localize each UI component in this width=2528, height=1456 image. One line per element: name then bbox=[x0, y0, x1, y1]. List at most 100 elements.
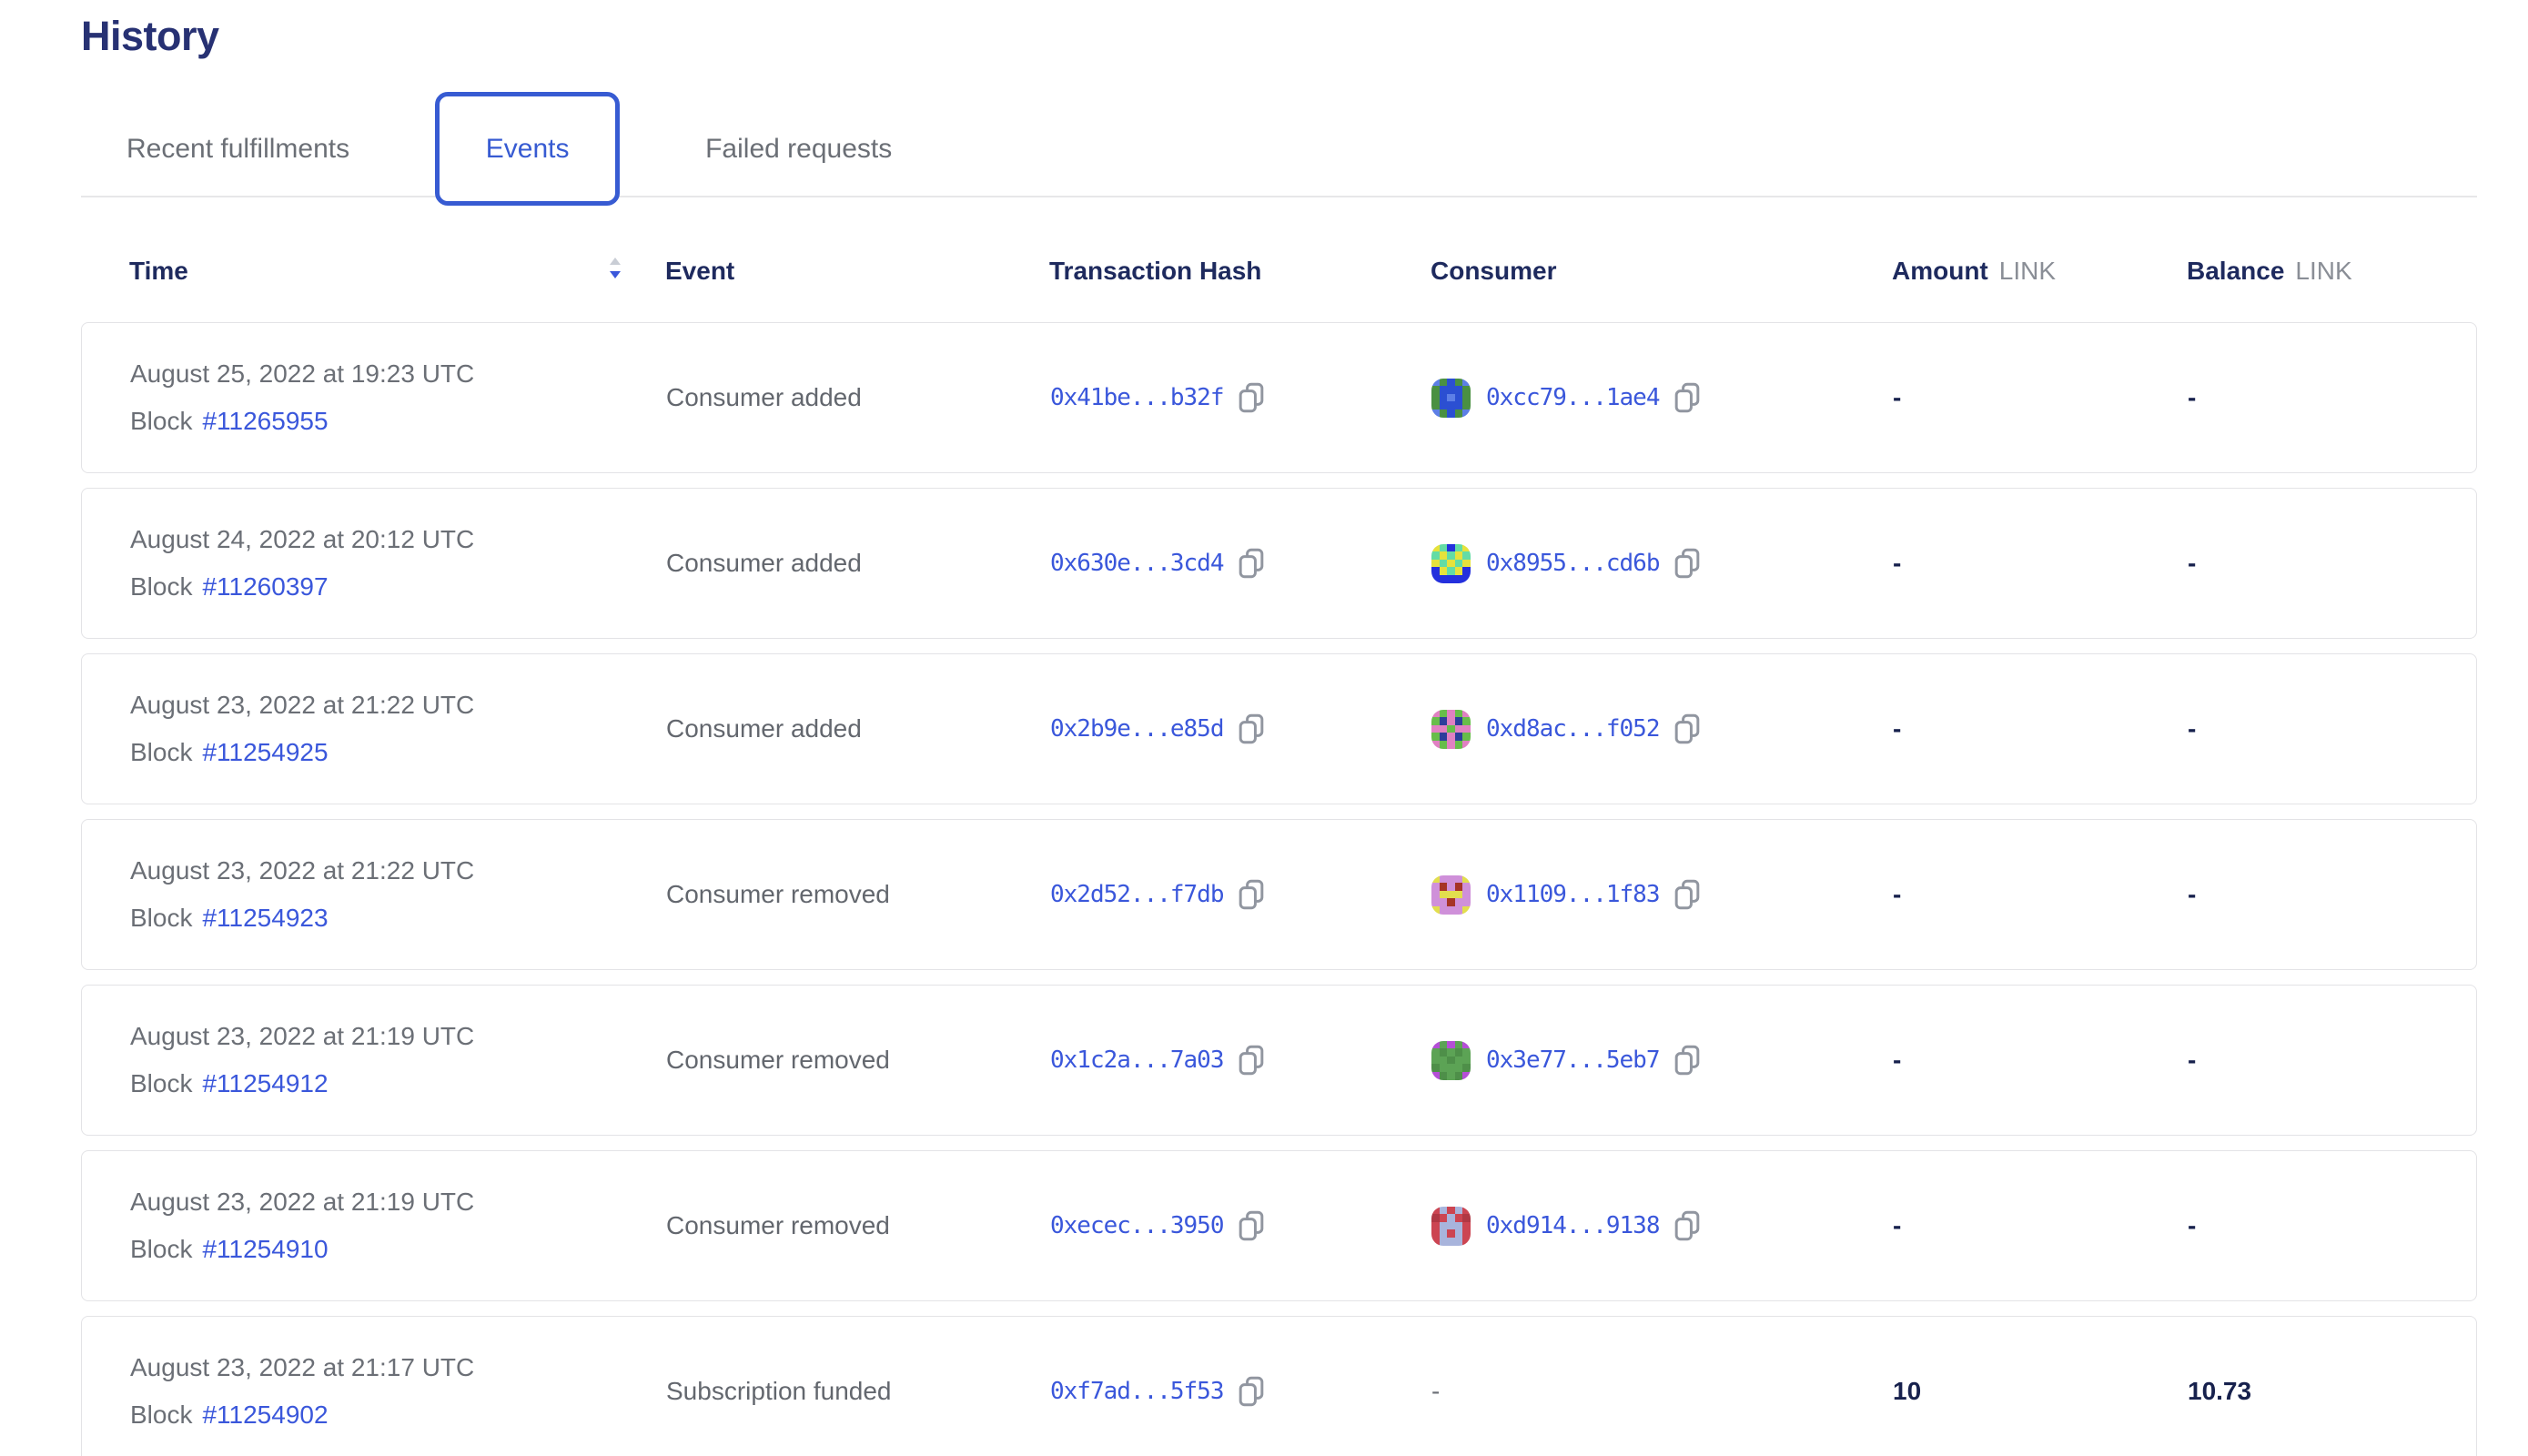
block-line: Block #11254902 bbox=[130, 1400, 666, 1430]
block-number-link[interactable]: #11254923 bbox=[202, 904, 328, 933]
transaction-hash-link[interactable]: 0x2b9e...e85d bbox=[1050, 715, 1224, 743]
time-cell: August 23, 2022 at 21:19 UTC Block #1125… bbox=[82, 986, 666, 1135]
copy-icon[interactable] bbox=[1238, 1376, 1265, 1407]
transaction-hash-link[interactable]: 0x41be...b32f bbox=[1050, 384, 1224, 411]
row-date: August 23, 2022 at 21:17 UTC bbox=[130, 1353, 666, 1382]
block-number-link[interactable]: #11254925 bbox=[202, 738, 328, 767]
consumer-present: 0xcc79...1ae4 bbox=[1431, 379, 1701, 418]
block-number-link[interactable]: #11254912 bbox=[202, 1069, 328, 1098]
copy-icon[interactable] bbox=[1674, 879, 1701, 910]
rows-container: August 25, 2022 at 19:23 UTC Block #1126… bbox=[81, 322, 2477, 1456]
consumer-cell: 0xd914...9138 bbox=[1431, 1207, 1893, 1246]
row-event: Consumer added bbox=[666, 383, 1050, 412]
block-label: Block bbox=[130, 1069, 192, 1098]
column-header-event: Event bbox=[665, 257, 1049, 286]
block-line: Block #11254925 bbox=[130, 738, 666, 767]
row-balance: - bbox=[2188, 383, 2476, 412]
table-row: August 24, 2022 at 20:12 UTC Block #1126… bbox=[81, 488, 2477, 639]
tab-recent-fulfillments[interactable]: Recent fulfillments bbox=[81, 134, 395, 165]
copy-icon[interactable] bbox=[1674, 1210, 1701, 1241]
consumer-avatar bbox=[1431, 379, 1471, 418]
time-cell: August 23, 2022 at 21:19 UTC Block #1125… bbox=[82, 1151, 666, 1300]
row-event: Consumer added bbox=[666, 549, 1050, 578]
row-balance: - bbox=[2188, 1046, 2476, 1075]
row-balance: - bbox=[2188, 880, 2476, 909]
row-amount: - bbox=[1893, 549, 2188, 578]
consumer-hash-link[interactable]: 0xd8ac...f052 bbox=[1486, 715, 1660, 743]
block-label: Block bbox=[130, 1235, 192, 1264]
consumer-empty-dash: - bbox=[1431, 1377, 1440, 1406]
table-row: August 25, 2022 at 19:23 UTC Block #1126… bbox=[81, 322, 2477, 473]
tab-events[interactable]: Events bbox=[435, 92, 620, 206]
time-cell: August 24, 2022 at 20:12 UTC Block #1126… bbox=[82, 489, 666, 638]
row-date: August 23, 2022 at 21:19 UTC bbox=[130, 1022, 666, 1051]
consumer-avatar bbox=[1431, 710, 1471, 749]
copy-icon[interactable] bbox=[1674, 713, 1701, 744]
time-cell: August 23, 2022 at 21:17 UTC Block #1125… bbox=[82, 1317, 666, 1456]
copy-icon[interactable] bbox=[1238, 1045, 1265, 1076]
consumer-hash-link[interactable]: 0x8955...cd6b bbox=[1486, 550, 1660, 577]
consumer-present: 0x1109...1f83 bbox=[1431, 875, 1701, 915]
block-number-link[interactable]: #11254902 bbox=[202, 1400, 328, 1430]
consumer-cell: 0xd8ac...f052 bbox=[1431, 710, 1893, 749]
table-row: August 23, 2022 at 21:19 UTC Block #1125… bbox=[81, 985, 2477, 1136]
balance-unit-label: LINK bbox=[2295, 257, 2351, 285]
sort-descending-icon[interactable] bbox=[608, 256, 622, 287]
consumer-hash-link[interactable]: 0xd914...9138 bbox=[1486, 1212, 1660, 1239]
copy-icon[interactable] bbox=[1238, 713, 1265, 744]
tab-failed-requests[interactable]: Failed requests bbox=[660, 134, 937, 165]
copy-icon[interactable] bbox=[1674, 548, 1701, 579]
time-cell: August 23, 2022 at 21:22 UTC Block #1125… bbox=[82, 654, 666, 804]
row-balance: - bbox=[2188, 549, 2476, 578]
tx-cell: 0x630e...3cd4 bbox=[1050, 548, 1431, 579]
row-amount: 10 bbox=[1893, 1377, 2188, 1406]
block-label: Block bbox=[130, 1400, 192, 1430]
consumer-cell: 0x3e77...5eb7 bbox=[1431, 1041, 1893, 1080]
consumer-present: 0x8955...cd6b bbox=[1431, 544, 1701, 583]
consumer-avatar bbox=[1431, 1041, 1471, 1080]
tx-cell: 0xf7ad...5f53 bbox=[1050, 1376, 1431, 1407]
tx-cell: 0x2d52...f7db bbox=[1050, 879, 1431, 910]
block-number-link[interactable]: #11265955 bbox=[202, 407, 328, 436]
consumer-hash-link[interactable]: 0xcc79...1ae4 bbox=[1486, 384, 1660, 411]
row-event: Consumer removed bbox=[666, 1046, 1050, 1075]
block-number-link[interactable]: #11260397 bbox=[202, 572, 328, 602]
time-cell: August 25, 2022 at 19:23 UTC Block #1126… bbox=[82, 323, 666, 472]
tx-cell: 0x1c2a...7a03 bbox=[1050, 1045, 1431, 1076]
consumer-avatar bbox=[1431, 875, 1471, 915]
row-event: Subscription funded bbox=[666, 1377, 1050, 1406]
consumer-cell: - bbox=[1431, 1377, 1893, 1406]
consumer-hash-link[interactable]: 0x3e77...5eb7 bbox=[1486, 1046, 1660, 1074]
copy-icon[interactable] bbox=[1674, 1045, 1701, 1076]
consumer-hash-link[interactable]: 0x1109...1f83 bbox=[1486, 881, 1660, 908]
transaction-hash-link[interactable]: 0xecec...3950 bbox=[1050, 1212, 1224, 1239]
tx-cell: 0x2b9e...e85d bbox=[1050, 713, 1431, 744]
column-header-balance: BalanceLINK bbox=[2187, 257, 2477, 286]
copy-icon[interactable] bbox=[1238, 382, 1265, 413]
row-date: August 24, 2022 at 20:12 UTC bbox=[130, 525, 666, 554]
transaction-hash-link[interactable]: 0x630e...3cd4 bbox=[1050, 550, 1224, 577]
consumer-cell: 0x8955...cd6b bbox=[1431, 544, 1893, 583]
block-label: Block bbox=[130, 904, 192, 933]
block-number-link[interactable]: #11254910 bbox=[202, 1235, 328, 1264]
copy-icon[interactable] bbox=[1674, 382, 1701, 413]
transaction-hash-link[interactable]: 0xf7ad...5f53 bbox=[1050, 1378, 1224, 1405]
copy-icon[interactable] bbox=[1238, 879, 1265, 910]
transaction-hash-link[interactable]: 0x1c2a...7a03 bbox=[1050, 1046, 1224, 1074]
transaction-hash-link[interactable]: 0x2d52...f7db bbox=[1050, 881, 1224, 908]
block-line: Block #11254923 bbox=[130, 904, 666, 933]
table-row: August 23, 2022 at 21:17 UTC Block #1125… bbox=[81, 1316, 2477, 1456]
column-header-amount-label: Amount bbox=[1892, 257, 1988, 285]
consumer-cell: 0x1109...1f83 bbox=[1431, 875, 1893, 915]
amount-unit-label: LINK bbox=[1999, 257, 2056, 285]
row-date: August 23, 2022 at 21:22 UTC bbox=[130, 691, 666, 720]
copy-icon[interactable] bbox=[1238, 1210, 1265, 1241]
column-header-time[interactable]: Time bbox=[81, 256, 665, 287]
tx-cell: 0xecec...3950 bbox=[1050, 1210, 1431, 1241]
block-line: Block #11254912 bbox=[130, 1069, 666, 1098]
consumer-avatar bbox=[1431, 544, 1471, 583]
row-date: August 23, 2022 at 21:22 UTC bbox=[130, 856, 666, 885]
copy-icon[interactable] bbox=[1238, 548, 1265, 579]
block-label: Block bbox=[130, 738, 192, 767]
row-event: Consumer removed bbox=[666, 1211, 1050, 1240]
